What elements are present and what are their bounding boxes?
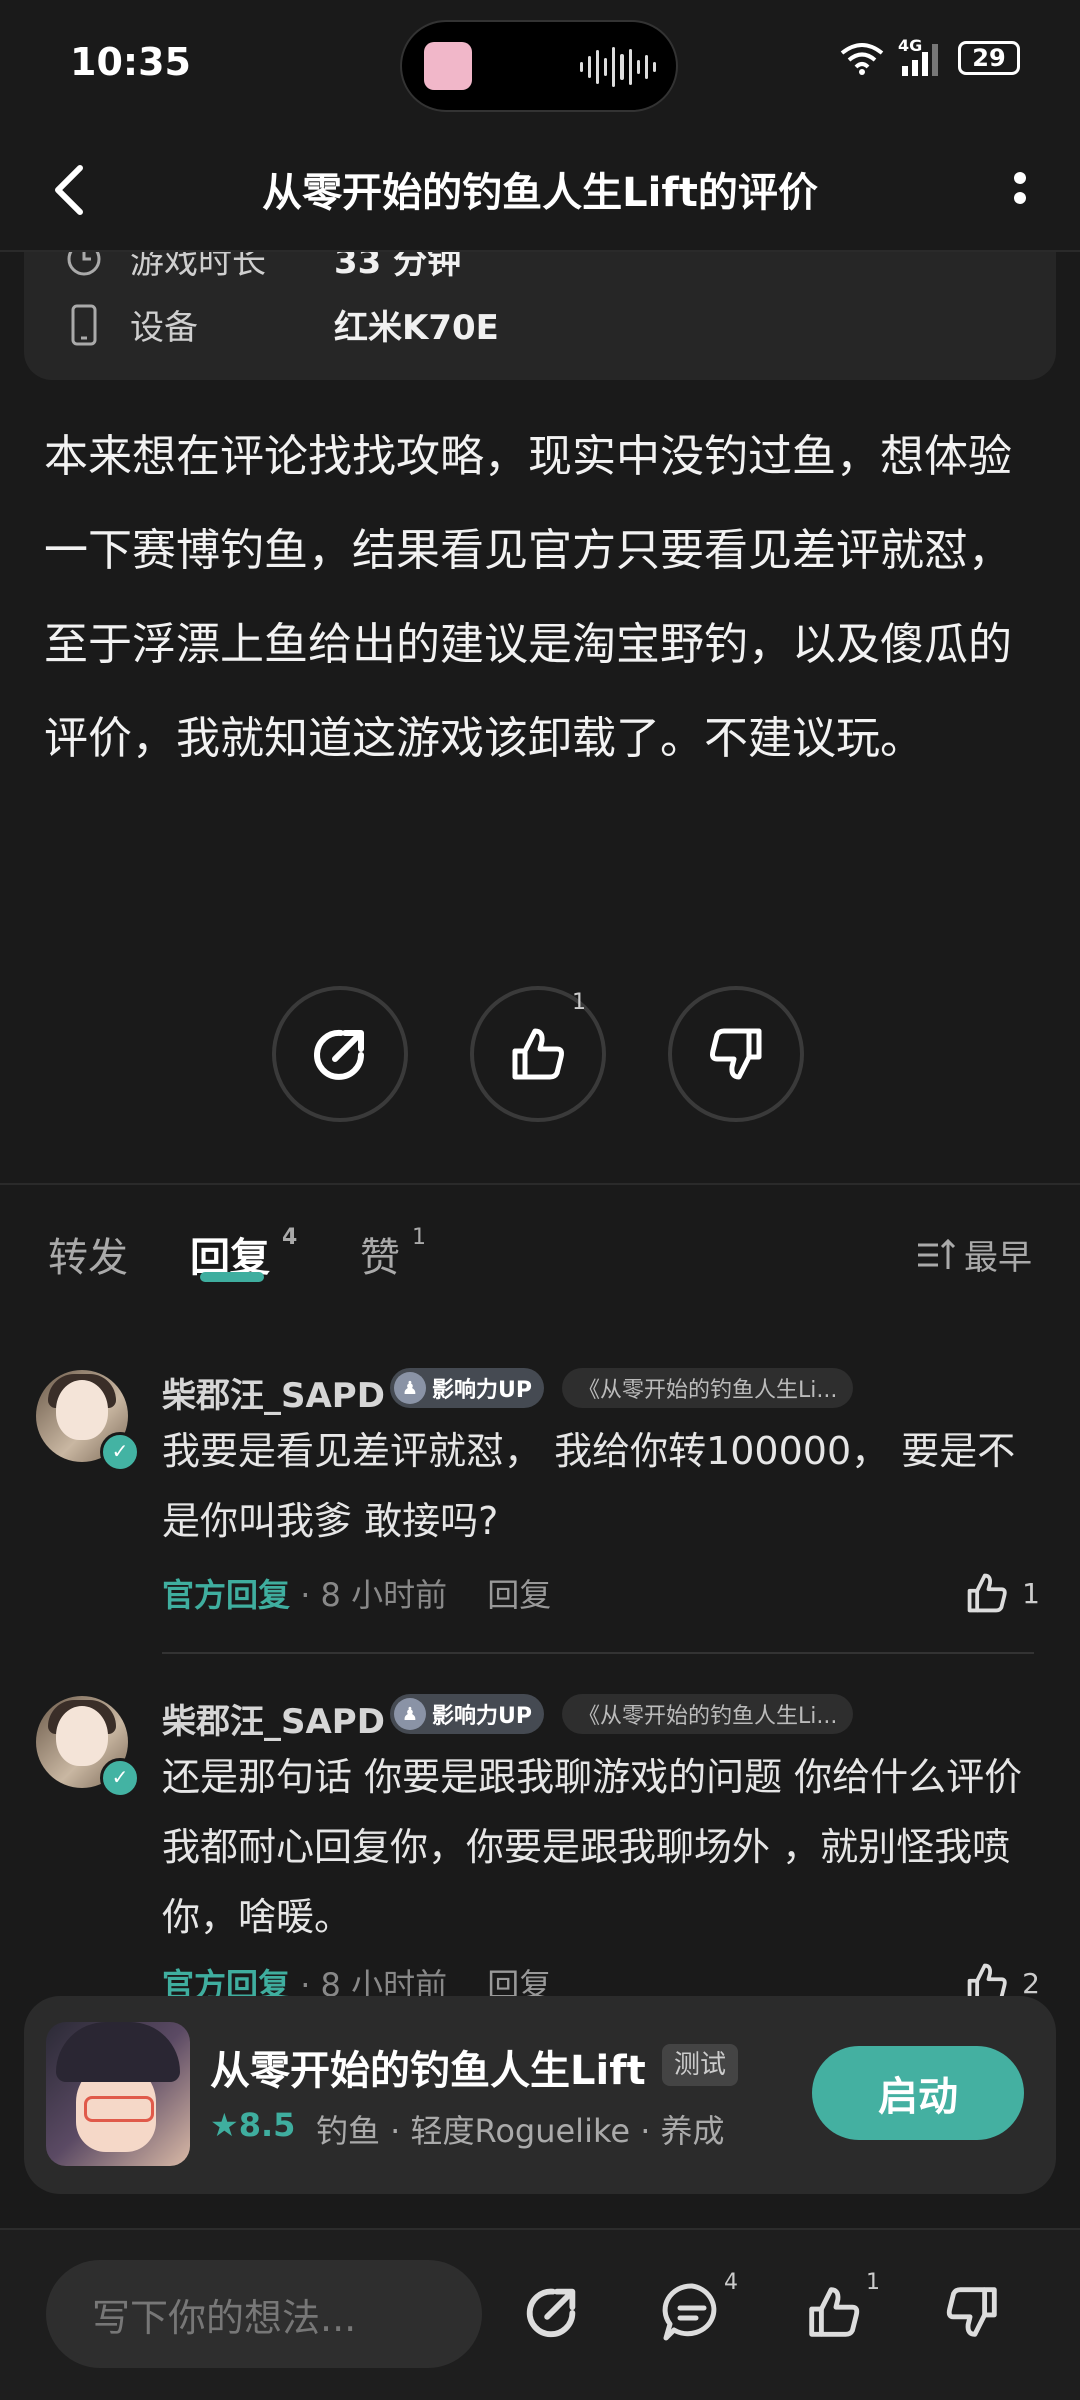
active-tab-indicator	[200, 1272, 264, 1282]
music-app-icon	[424, 42, 472, 90]
influence-badge: ♟ 影响力UP	[390, 1368, 544, 1408]
game-score: ★8.5	[210, 2106, 296, 2144]
comment-like-count: 2	[1022, 1966, 1040, 2000]
comment-time: · 8 小时前	[300, 1576, 448, 1614]
comment-icon	[662, 2283, 717, 2341]
comment-like-button[interactable]: 1	[962, 1568, 1040, 1618]
tab-forward[interactable]: 转发	[48, 1225, 128, 1283]
sort-label: 最早	[964, 1238, 1032, 1278]
comment-input[interactable]: 写下你的想法...	[46, 2260, 482, 2368]
verified-icon: ✓	[100, 1758, 140, 1798]
influence-badge-label: 影响力UP	[432, 1704, 532, 1729]
share-icon	[314, 1029, 364, 1080]
thumb-up-icon	[967, 1573, 1007, 1613]
tab-forward-label: 转发	[48, 1235, 128, 1281]
wifi-icon	[840, 43, 884, 75]
more-icon	[1014, 172, 1026, 204]
comment-count: 4	[724, 2270, 738, 2295]
network-label: 4G	[898, 36, 923, 55]
tab-like[interactable]: 赞1	[360, 1225, 426, 1283]
tab-reply-count: 4	[282, 1225, 298, 1250]
dislike-button[interactable]	[668, 986, 804, 1122]
game-name: 从零开始的钓鱼人生Lift	[210, 2048, 646, 2094]
comment-author[interactable]: 柴郡汪_SAPD	[162, 1694, 385, 1743]
device-row: 设备 红米K70E	[64, 300, 499, 349]
review-body: 本来想在评论找找攻略，现实中没钓过鱼，想体验一下赛博钓鱼，结果看见官方只要看见差…	[44, 431, 1012, 764]
game-card[interactable]: 从零开始的钓鱼人生Lift 测试 ★8.5 钓鱼 · 轻度Roguelike ·…	[24, 1996, 1056, 2194]
influence-badge-label: 影响力UP	[432, 1378, 532, 1403]
comment-author[interactable]: 柴郡汪_SAPD	[162, 1368, 385, 1417]
status-time: 10:35	[70, 40, 191, 84]
test-tag: 测试	[662, 2044, 739, 2086]
review-info-card: 游戏时长 33 分钟 设备 红米K70E	[24, 252, 1056, 380]
share-icon	[526, 2288, 576, 2338]
dislike-button[interactable]	[932, 2272, 1012, 2352]
status-icons: 4G 29	[840, 36, 1020, 76]
app-header: 从零开始的钓鱼人生Lift的评价	[0, 130, 1080, 250]
like-count: 1	[866, 2270, 880, 2295]
thumb-down-icon	[946, 2287, 997, 2337]
dynamic-island[interactable]	[400, 20, 678, 112]
battery-indicator: 29	[958, 41, 1020, 75]
device-value: 红米K70E	[334, 308, 499, 348]
game-badge[interactable]: 《从零开始的钓鱼人生Li...	[562, 1694, 854, 1734]
verified-icon: ✓	[100, 1432, 140, 1472]
bottom-action-bar: 写下你的想法... 4 1	[0, 2228, 1080, 2400]
share-button[interactable]	[512, 2272, 592, 2352]
tab-like-count: 1	[412, 1225, 426, 1250]
tab-like-label: 赞	[360, 1235, 400, 1281]
play-time-value: 33 分钟	[334, 252, 462, 282]
more-button[interactable]	[990, 158, 1050, 222]
comment-text: 我要是看见差评就怼， 我给你转100000， 要是不是你叫我爹 敢接吗?	[162, 1429, 1016, 1543]
thumb-up-icon	[512, 1028, 564, 1080]
official-reply-label: 官方回复	[162, 1576, 291, 1614]
reply-link[interactable]: 回复	[487, 1576, 551, 1614]
signal-icon: 4G	[898, 36, 944, 76]
comment-button[interactable]	[652, 2272, 732, 2352]
game-icon[interactable]	[46, 2022, 190, 2166]
play-time-row: 游戏时长 33 分钟	[64, 252, 461, 283]
phone-icon	[71, 304, 97, 345]
sort-button[interactable]: 最早	[916, 1230, 1032, 1279]
comment-divider	[162, 1652, 1034, 1654]
page-title: 从零开始的钓鱼人生Lift的评价	[262, 170, 818, 216]
thumb-down-icon	[710, 1028, 762, 1080]
device-label: 设备	[130, 308, 198, 348]
play-time-label: 游戏时长	[130, 252, 266, 282]
back-button[interactable]	[40, 158, 104, 222]
like-count: 1	[572, 990, 586, 1015]
clock-icon	[67, 252, 101, 275]
comment-text: 还是那句话 你要是跟我聊游戏的问题 你给什么评价我都耐心回复你，你要是跟我聊场外…	[162, 1755, 1023, 1939]
game-badge[interactable]: 《从零开始的钓鱼人生Li...	[562, 1368, 854, 1408]
comment-meta: 官方回复 · 8 小时前 回复	[162, 1570, 551, 1616]
influence-badge: ♟ 影响力UP	[390, 1694, 544, 1734]
game-tags: 钓鱼 · 轻度Roguelike · 养成	[316, 2112, 725, 2150]
audio-wave-icon	[580, 44, 656, 90]
thumb-up-icon	[809, 2287, 860, 2337]
user-badge-icon: ♟	[394, 1372, 426, 1404]
comment-like-count: 1	[1022, 1576, 1040, 1610]
launch-button[interactable]: 启动	[812, 2046, 1024, 2140]
back-icon	[55, 165, 83, 215]
sort-icon	[918, 1238, 956, 1269]
share-button[interactable]	[272, 986, 408, 1122]
section-divider	[0, 1183, 1080, 1185]
like-button[interactable]	[794, 2272, 874, 2352]
user-badge-icon: ♟	[394, 1698, 426, 1730]
